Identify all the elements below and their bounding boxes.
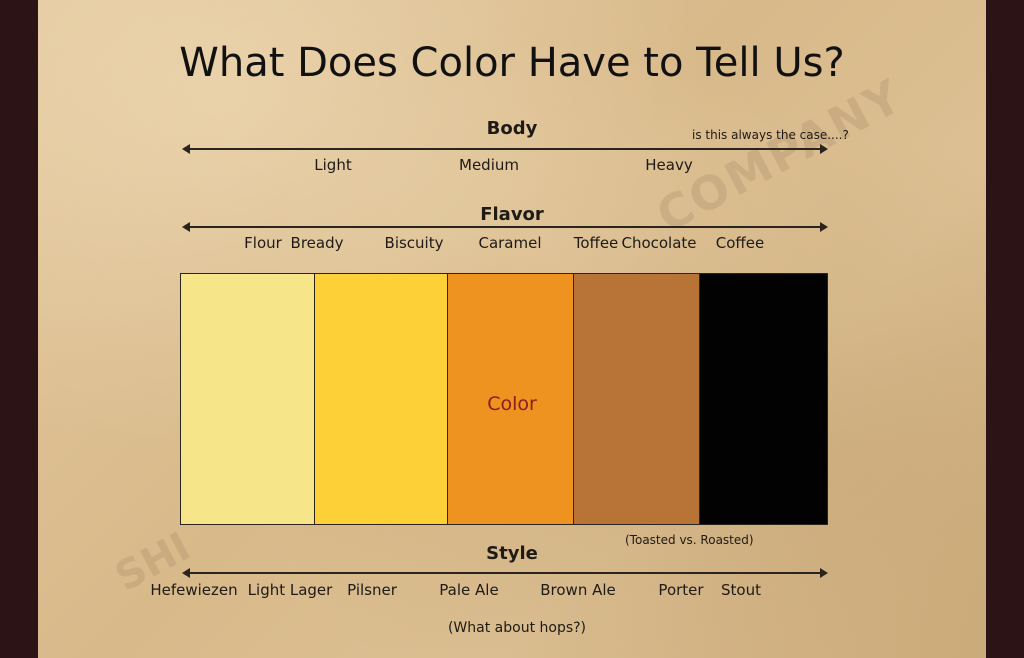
flavor-bready: Bready	[290, 234, 344, 252]
style-light-lager: Light Lager	[247, 581, 333, 599]
body-arrow	[182, 144, 828, 154]
flavor-arrow	[182, 222, 828, 232]
body-level-light: Light	[314, 156, 352, 174]
swatch-black	[700, 274, 827, 524]
flavor-caramel: Caramel	[478, 234, 542, 252]
flavor-toffee: Toffee	[573, 234, 619, 252]
body-note: is this always the case....?	[692, 128, 849, 142]
style-porter: Porter	[658, 581, 704, 599]
flavor-coffee: Coffee	[715, 234, 765, 252]
style-arrow	[182, 568, 828, 578]
style-stout: Stout	[721, 581, 761, 599]
swatch-gold	[315, 274, 448, 524]
body-level-medium: Medium	[459, 156, 519, 174]
paper-background: COMPANY SHI What Does Color Have to Tell…	[38, 0, 986, 658]
swatch-pale-straw	[181, 274, 315, 524]
style-pale-ale: Pale Ale	[439, 581, 499, 599]
hops-footnote: (What about hops?)	[447, 620, 587, 636]
toasted-vs-roasted-note: (Toasted vs. Roasted)	[625, 533, 754, 547]
flavor-biscuity: Biscuity	[384, 234, 444, 252]
color-label: Color	[487, 393, 537, 415]
page-title: What Does Color Have to Tell Us?	[179, 40, 845, 86]
body-heading: Body	[486, 118, 538, 139]
flavor-chocolate: Chocolate	[621, 234, 697, 252]
style-heading: Style	[486, 543, 538, 564]
flavor-heading: Flavor	[480, 204, 544, 225]
style-pilsner: Pilsner	[347, 581, 397, 599]
style-hefewiezen: Hefewiezen	[150, 581, 238, 599]
flavor-flour: Flour	[244, 234, 282, 252]
style-brown-ale: Brown Ale	[540, 581, 616, 599]
swatch-brown	[574, 274, 700, 524]
body-level-heavy: Heavy	[645, 156, 693, 174]
